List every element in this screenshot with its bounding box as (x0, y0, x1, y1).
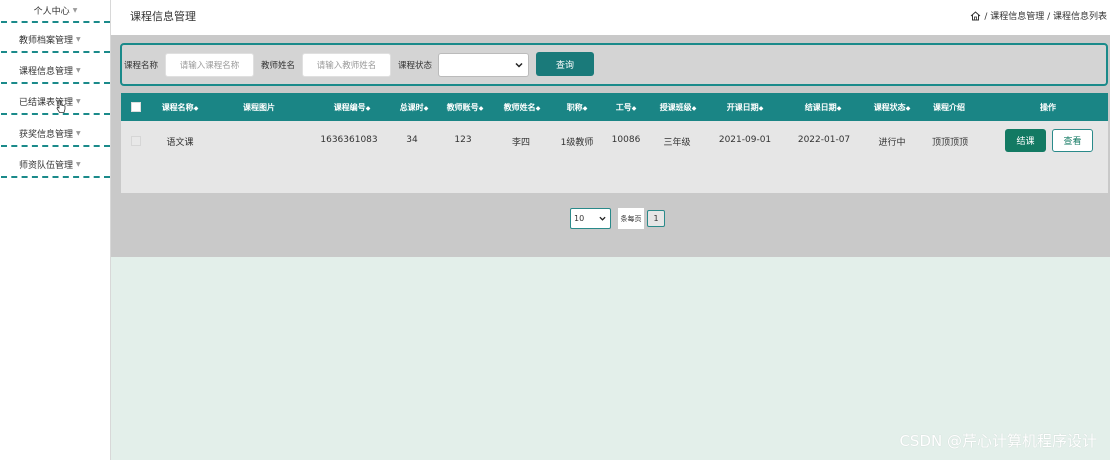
teacher-name-label: 教师姓名 (261, 61, 296, 71)
page-size-select[interactable]: 10 (570, 208, 611, 229)
sidebar: 个人中心 ▼ 教师档案管理 ▼ 课程信息管理 ▼ 已结课表管理 ▼ 获奖信息管理… (0, 0, 111, 460)
sidebar-item-label: 师资队伍管理 (19, 160, 74, 171)
chevron-down-icon (515, 62, 523, 68)
sidebar-item-course-info[interactable]: 课程信息管理 ▼ (1, 58, 110, 84)
per-page-label: 条每页 (618, 208, 644, 229)
sort-arrows-icon: ◆ (365, 105, 371, 112)
cell-status: 进行中 (878, 138, 906, 148)
column-header: 操作 (1040, 103, 1056, 112)
end-course-button[interactable]: 结课 (1005, 129, 1046, 152)
search-bar: 课程名称 请输入课程名称 教师姓名 请输入教师姓名 课程状态 查询 (120, 43, 1108, 86)
sort-arrows-icon: ◆ (478, 105, 484, 112)
cell-total-hours: 34 (406, 135, 418, 145)
cell-teacher-name: 李四 (511, 138, 531, 148)
hand-pointer-icon (56, 100, 66, 113)
sidebar-item-personal-center[interactable]: 个人中心 ▼ (1, 0, 110, 23)
view-button[interactable]: 查看 (1052, 129, 1093, 152)
column-header[interactable]: 结课日期◆ (805, 102, 842, 113)
page-number-button[interactable]: 1 (647, 210, 665, 227)
cell-course-name: 语文课 (166, 138, 194, 148)
sidebar-item-label: 教师档案管理 (19, 35, 74, 46)
sidebar-item-label: 个人中心 (33, 7, 70, 17)
page-size-value: 10 (574, 214, 585, 223)
course-status-select[interactable] (438, 53, 529, 77)
sort-arrows-icon: ◆ (423, 105, 429, 112)
caret-down-icon: ▼ (76, 35, 81, 43)
column-header[interactable]: 课程编号◆ (334, 102, 371, 113)
course-name-label: 课程名称 (124, 61, 159, 71)
sidebar-item-label: 课程信息管理 (19, 66, 74, 77)
cell-start-date: 2021-09-01 (718, 135, 772, 145)
cell-course-no: 1636361083 (320, 135, 378, 145)
cell-title: 1级教师 (560, 138, 594, 148)
column-header[interactable]: 职称◆ (567, 102, 588, 113)
cell-intro: 顶顶顶顶 (931, 138, 969, 148)
sidebar-item-label: 获奖信息管理 (19, 129, 74, 140)
caret-down-icon: ▼ (76, 97, 81, 105)
sidebar-item-teacher-archive[interactable]: 教师档案管理 ▼ (1, 27, 110, 53)
column-header[interactable]: 课程名称◆ (162, 102, 199, 113)
column-header[interactable]: 教师姓名◆ (504, 102, 541, 113)
sort-arrows-icon: ◆ (193, 105, 199, 112)
sort-arrows-icon: ◆ (691, 105, 697, 112)
cell-class: 三年级 (663, 138, 691, 148)
column-header[interactable]: 工号◆ (616, 102, 637, 113)
caret-down-icon: ▼ (72, 7, 78, 14)
caret-down-icon: ▼ (76, 129, 81, 137)
row-checkbox[interactable] (131, 136, 141, 146)
watermark: CSDN @芹心计算机程序设计 (899, 432, 1097, 450)
cell-teacher-account: 123 (454, 135, 472, 145)
sidebar-item-faculty[interactable]: 师资队伍管理 ▼ (1, 152, 110, 178)
column-header[interactable]: 授课班级◆ (660, 102, 697, 113)
chevron-down-icon (599, 216, 606, 221)
sort-arrows-icon: ◆ (836, 105, 842, 112)
sidebar-item-awards[interactable]: 获奖信息管理 ▼ (1, 121, 110, 147)
breadcrumb-text[interactable]: / 课程信息管理 / 课程信息列表 (984, 9, 1107, 22)
column-header: 课程图片 (243, 103, 275, 112)
breadcrumb: / 课程信息管理 / 课程信息列表 (970, 9, 1107, 22)
sort-arrows-icon: ◆ (758, 105, 764, 112)
teacher-name-input[interactable]: 请输入教师姓名 (302, 53, 391, 77)
main-header: 课程信息管理 / 课程信息管理 / 课程信息列表 (111, 0, 1110, 34)
column-header: 课程介绍 (933, 103, 965, 112)
table-header: 课程名称◆ 课程图片 课程编号◆ 总课时◆ 教师账号◆ 教师姓名◆ 职称◆ 工号… (121, 93, 1108, 121)
column-header[interactable]: 教师账号◆ (447, 102, 484, 113)
select-all-checkbox[interactable] (131, 102, 141, 112)
sort-arrows-icon: ◆ (535, 105, 541, 112)
column-header[interactable]: 课程状态◆ (874, 102, 911, 113)
caret-down-icon: ▼ (76, 160, 81, 168)
page-title: 课程信息管理 (130, 10, 196, 23)
sort-arrows-icon: ◆ (905, 105, 911, 112)
query-button[interactable]: 查询 (536, 52, 594, 76)
column-header[interactable]: 总课时◆ (400, 102, 429, 113)
course-name-input[interactable]: 请输入课程名称 (165, 53, 254, 77)
sort-arrows-icon: ◆ (631, 105, 637, 112)
cell-staff-no: 10086 (611, 135, 641, 145)
cell-end-date: 2022-01-07 (797, 135, 851, 145)
course-table: 课程名称◆ 课程图片 课程编号◆ 总课时◆ 教师账号◆ 教师姓名◆ 职称◆ 工号… (121, 93, 1108, 193)
column-header[interactable]: 开课日期◆ (727, 102, 764, 113)
course-status-label: 课程状态 (398, 61, 433, 71)
home-icon[interactable] (970, 10, 981, 21)
caret-down-icon: ▼ (76, 66, 81, 74)
sort-arrows-icon: ◆ (582, 105, 588, 112)
